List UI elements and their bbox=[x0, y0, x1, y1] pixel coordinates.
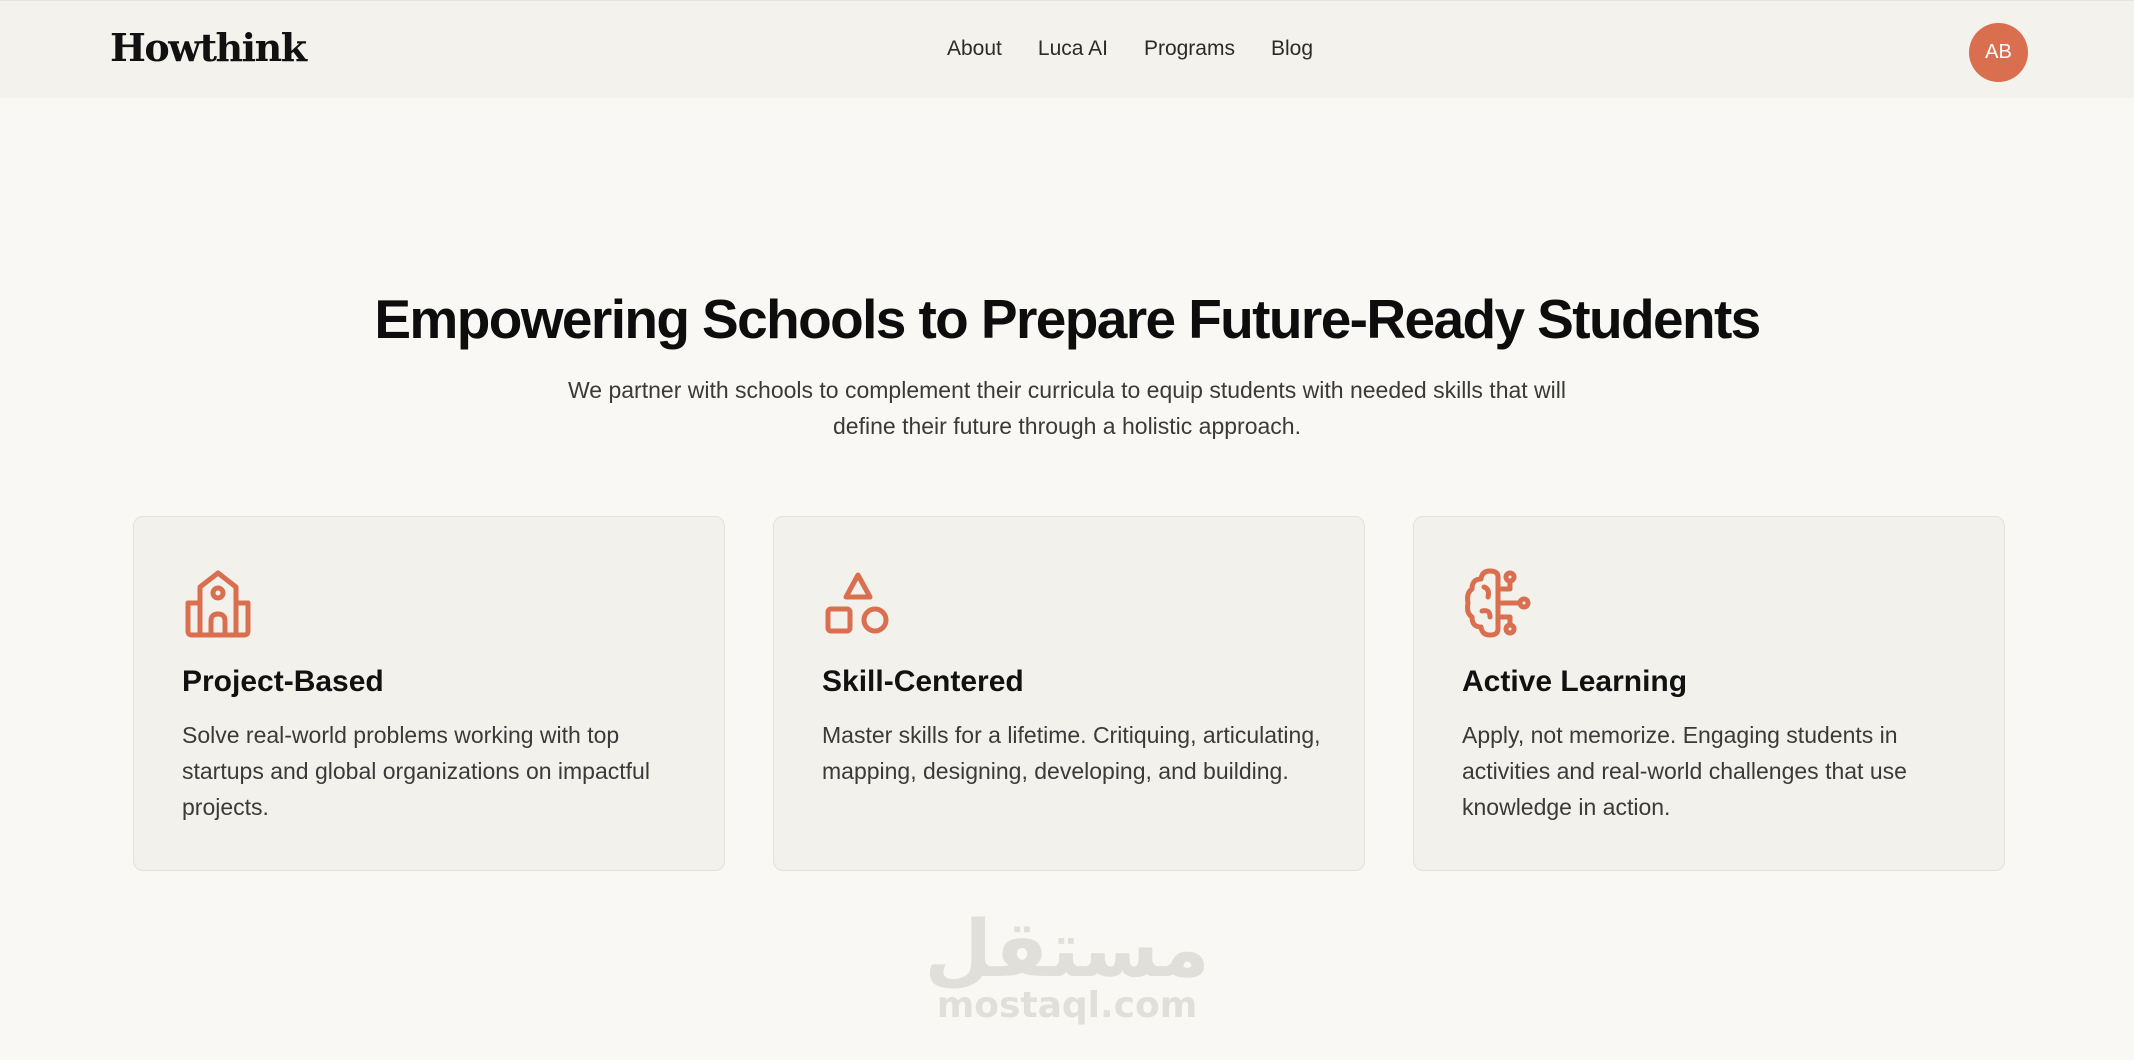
feature-card-skill-centered: Skill-Centered Master skills for a lifet… bbox=[773, 516, 1365, 871]
feature-title: Project-Based bbox=[182, 665, 384, 698]
logo[interactable]: Howthink bbox=[110, 25, 307, 70]
brain-circuit-icon bbox=[1462, 567, 1534, 639]
top-navigation-bar: Howthink About Luca AI Programs Blog AB bbox=[0, 0, 2134, 98]
feature-card-project-based: Project-Based Solve real-world problems … bbox=[133, 516, 725, 871]
shapes-icon bbox=[822, 567, 894, 639]
user-avatar-button[interactable]: AB bbox=[1969, 23, 2028, 82]
school-icon bbox=[182, 567, 254, 639]
watermark-latin: mostaql.com bbox=[936, 985, 1198, 1026]
feature-description: Master skills for a lifetime. Critiquing… bbox=[822, 722, 1321, 784]
nav-link-blog[interactable]: Blog bbox=[1271, 37, 1313, 61]
hero-subtitle: We partner with schools to complement th… bbox=[568, 377, 1566, 439]
hero-title: Empowering Schools to Prepare Future-Rea… bbox=[374, 288, 1761, 350]
nav-link-about[interactable]: About bbox=[947, 37, 1002, 61]
feature-title: Skill-Centered bbox=[822, 665, 1024, 698]
feature-card-active-learning: Active Learning Apply, not memorize. Eng… bbox=[1413, 516, 2005, 871]
watermark-arabic: مستقل bbox=[924, 905, 1210, 995]
feature-title: Active Learning bbox=[1462, 665, 1688, 698]
watermark: مستقل mostaql.com bbox=[0, 905, 2134, 1026]
nav-link-luca-ai[interactable]: Luca AI bbox=[1038, 37, 1108, 61]
feature-description: Solve real-world problems working with t… bbox=[182, 722, 650, 820]
feature-description: Apply, not memorize. Engaging students i… bbox=[1462, 722, 1907, 820]
main-nav: About Luca AI Programs Blog bbox=[947, 37, 1313, 61]
nav-link-programs[interactable]: Programs bbox=[1144, 37, 1235, 61]
